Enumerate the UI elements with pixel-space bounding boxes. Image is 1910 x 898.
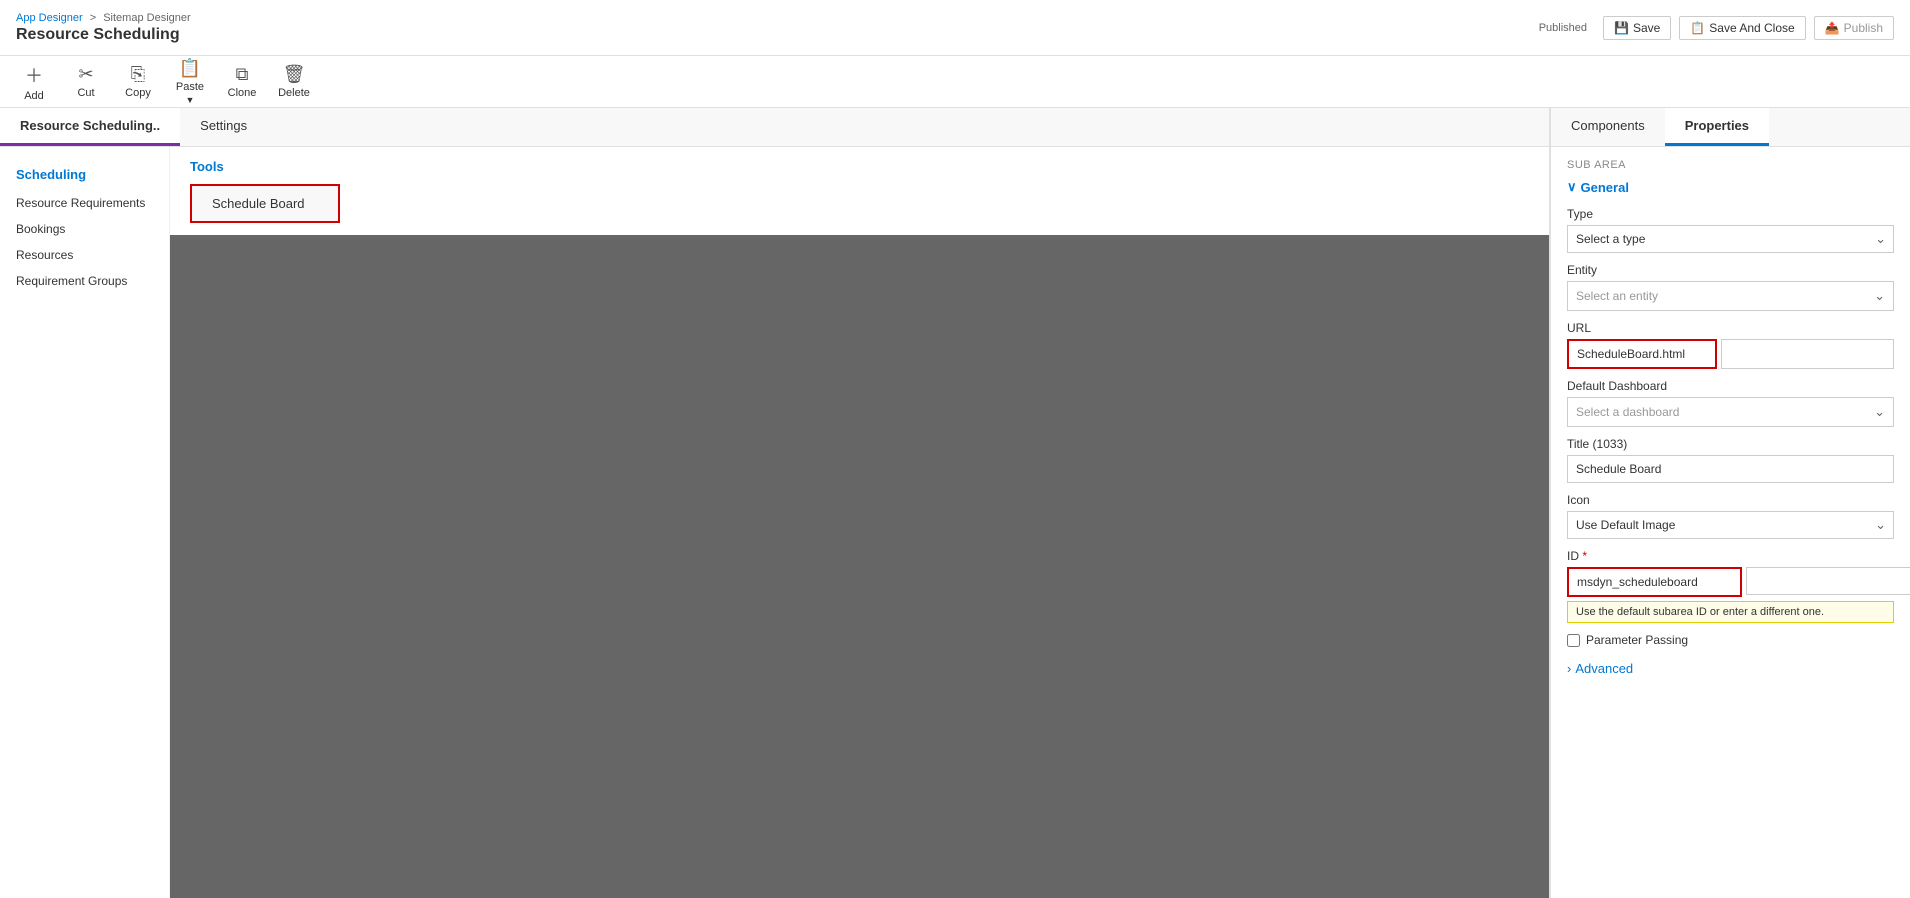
left-panel: Resource Scheduling.. Settings Schedulin… — [0, 108, 1550, 898]
content-area: Scheduling Resource Requirements Booking… — [0, 147, 1549, 898]
id-second-input[interactable] — [1746, 567, 1910, 595]
right-tabs: Components Properties — [1551, 108, 1910, 147]
title-input[interactable] — [1567, 455, 1894, 483]
published-badge: Published — [1539, 22, 1587, 34]
clone-icon: ⧉ — [236, 64, 249, 85]
advanced-section[interactable]: › Advanced — [1567, 661, 1894, 676]
copy-button[interactable]: ⎘ Copy — [120, 64, 156, 99]
header-right: Published 💾 Save 📋 Save And Close 📤 Publ… — [1539, 16, 1894, 40]
parameter-passing-label: Parameter Passing — [1586, 633, 1688, 647]
entity-chevron-icon: ⌄ — [1874, 288, 1885, 304]
right-panel: Components Properties SUB AREA ∨ General… — [1550, 108, 1910, 898]
default-dashboard-label: Default Dashboard — [1567, 379, 1894, 393]
sidebar-item-resource-requirements[interactable]: Resource Requirements — [0, 190, 169, 216]
sidebar-item-requirement-groups[interactable]: Requirement Groups — [0, 268, 169, 294]
url-row — [1567, 339, 1894, 369]
delete-icon: 🗑 — [283, 64, 306, 85]
cut-icon: ✂ — [78, 64, 93, 85]
add-label: Add — [24, 90, 44, 102]
entity-label: Entity — [1567, 263, 1894, 277]
add-button[interactable]: ＋ Add — [16, 62, 52, 102]
header-left: App Designer > Sitemap Designer Resource… — [16, 12, 191, 44]
sidebar-nav: Scheduling Resource Requirements Booking… — [0, 147, 170, 898]
title-label: Title (1033) — [1567, 437, 1894, 451]
delete-button[interactable]: 🗑 Delete — [276, 64, 312, 99]
save-icon: 💾 — [1614, 21, 1629, 35]
sub-area-label: SUB AREA — [1567, 159, 1894, 171]
breadcrumb-separator: > — [90, 12, 96, 24]
gray-area — [170, 235, 1549, 898]
copy-icon: ⎘ — [131, 64, 145, 85]
properties-panel: SUB AREA ∨ General Type Select a type En… — [1551, 147, 1910, 688]
chevron-right-icon: › — [1567, 661, 1571, 676]
tab-components[interactable]: Components — [1551, 108, 1665, 146]
type-select-wrapper: Select a type — [1567, 225, 1894, 253]
save-button[interactable]: 💾 Save — [1603, 16, 1671, 40]
breadcrumb: App Designer > Sitemap Designer — [16, 12, 191, 24]
icon-select-wrapper: Use Default Image — [1567, 511, 1894, 539]
save-close-icon: 📋 — [1690, 21, 1705, 35]
save-close-label: Save And Close — [1709, 21, 1794, 35]
publish-icon: 📤 — [1825, 21, 1840, 35]
sidebar-item-bookings[interactable]: Bookings — [0, 216, 169, 242]
dashboard-placeholder: Select a dashboard — [1576, 405, 1679, 419]
icon-select[interactable]: Use Default Image — [1567, 511, 1894, 539]
tab-resource-scheduling[interactable]: Resource Scheduling.. — [0, 108, 180, 146]
parameter-passing-row: Parameter Passing — [1567, 633, 1894, 647]
breadcrumb-sitemap-designer: Sitemap Designer — [103, 12, 190, 24]
id-tooltip: Use the default subarea ID or enter a di… — [1567, 601, 1894, 623]
sidebar-item-resources[interactable]: Resources — [0, 242, 169, 268]
advanced-label: Advanced — [1575, 661, 1633, 676]
clone-label: Clone — [228, 87, 257, 99]
breadcrumb-app-designer[interactable]: App Designer — [16, 12, 83, 24]
main-content: Tools Schedule Board — [170, 147, 1549, 898]
id-row — [1567, 567, 1894, 597]
app-title: Resource Scheduling — [16, 26, 191, 44]
publish-label: Publish — [1844, 21, 1883, 35]
type-select[interactable]: Select a type — [1567, 225, 1894, 253]
paste-label: Paste — [176, 81, 204, 93]
id-input[interactable] — [1567, 567, 1742, 597]
save-and-close-button[interactable]: 📋 Save And Close — [1679, 16, 1805, 40]
chevron-down-icon: ∨ — [1567, 179, 1577, 195]
sidebar-group-label: Scheduling — [0, 163, 169, 190]
cut-label: Cut — [77, 87, 94, 99]
tools-label: Tools — [190, 159, 1529, 174]
parameter-passing-checkbox[interactable] — [1567, 634, 1580, 647]
save-label: Save — [1633, 21, 1660, 35]
cut-button[interactable]: ✂ Cut — [68, 64, 104, 99]
copy-label: Copy — [125, 87, 151, 99]
schedule-board-card[interactable]: Schedule Board — [190, 184, 340, 223]
type-label: Type — [1567, 207, 1894, 221]
clone-button[interactable]: ⧉ Clone — [224, 64, 260, 99]
add-icon: ＋ — [25, 62, 43, 88]
entity-select-wrapper[interactable]: Select an entity ⌄ — [1567, 281, 1894, 311]
paste-icon: 📋 — [179, 58, 201, 79]
url-extra-input[interactable] — [1721, 339, 1894, 369]
toolbar: ＋ Add ✂ Cut ⎘ Copy 📋 Paste ▼ ⧉ Clone 🗑 D… — [0, 56, 1910, 108]
main-layout: Resource Scheduling.. Settings Schedulin… — [0, 108, 1910, 898]
dashboard-select-wrapper[interactable]: Select a dashboard ⌄ — [1567, 397, 1894, 427]
paste-dropdown-icon: ▼ — [186, 95, 195, 105]
general-label: General — [1581, 180, 1629, 195]
general-section-header[interactable]: ∨ General — [1567, 179, 1894, 195]
publish-button[interactable]: 📤 Publish — [1814, 16, 1894, 40]
tab-bar: Resource Scheduling.. Settings — [0, 108, 1549, 147]
top-header: App Designer > Sitemap Designer Resource… — [0, 0, 1910, 56]
tab-settings[interactable]: Settings — [180, 108, 267, 146]
dashboard-chevron-icon: ⌄ — [1874, 404, 1885, 420]
tab-properties[interactable]: Properties — [1665, 108, 1769, 146]
entity-placeholder: Select an entity — [1576, 289, 1658, 303]
id-label: ID — [1567, 549, 1894, 563]
url-input[interactable] — [1567, 339, 1717, 369]
delete-label: Delete — [278, 87, 310, 99]
icon-label: Icon — [1567, 493, 1894, 507]
url-label: URL — [1567, 321, 1894, 335]
tools-section: Tools Schedule Board — [170, 147, 1549, 235]
paste-button[interactable]: 📋 Paste ▼ — [172, 58, 208, 105]
